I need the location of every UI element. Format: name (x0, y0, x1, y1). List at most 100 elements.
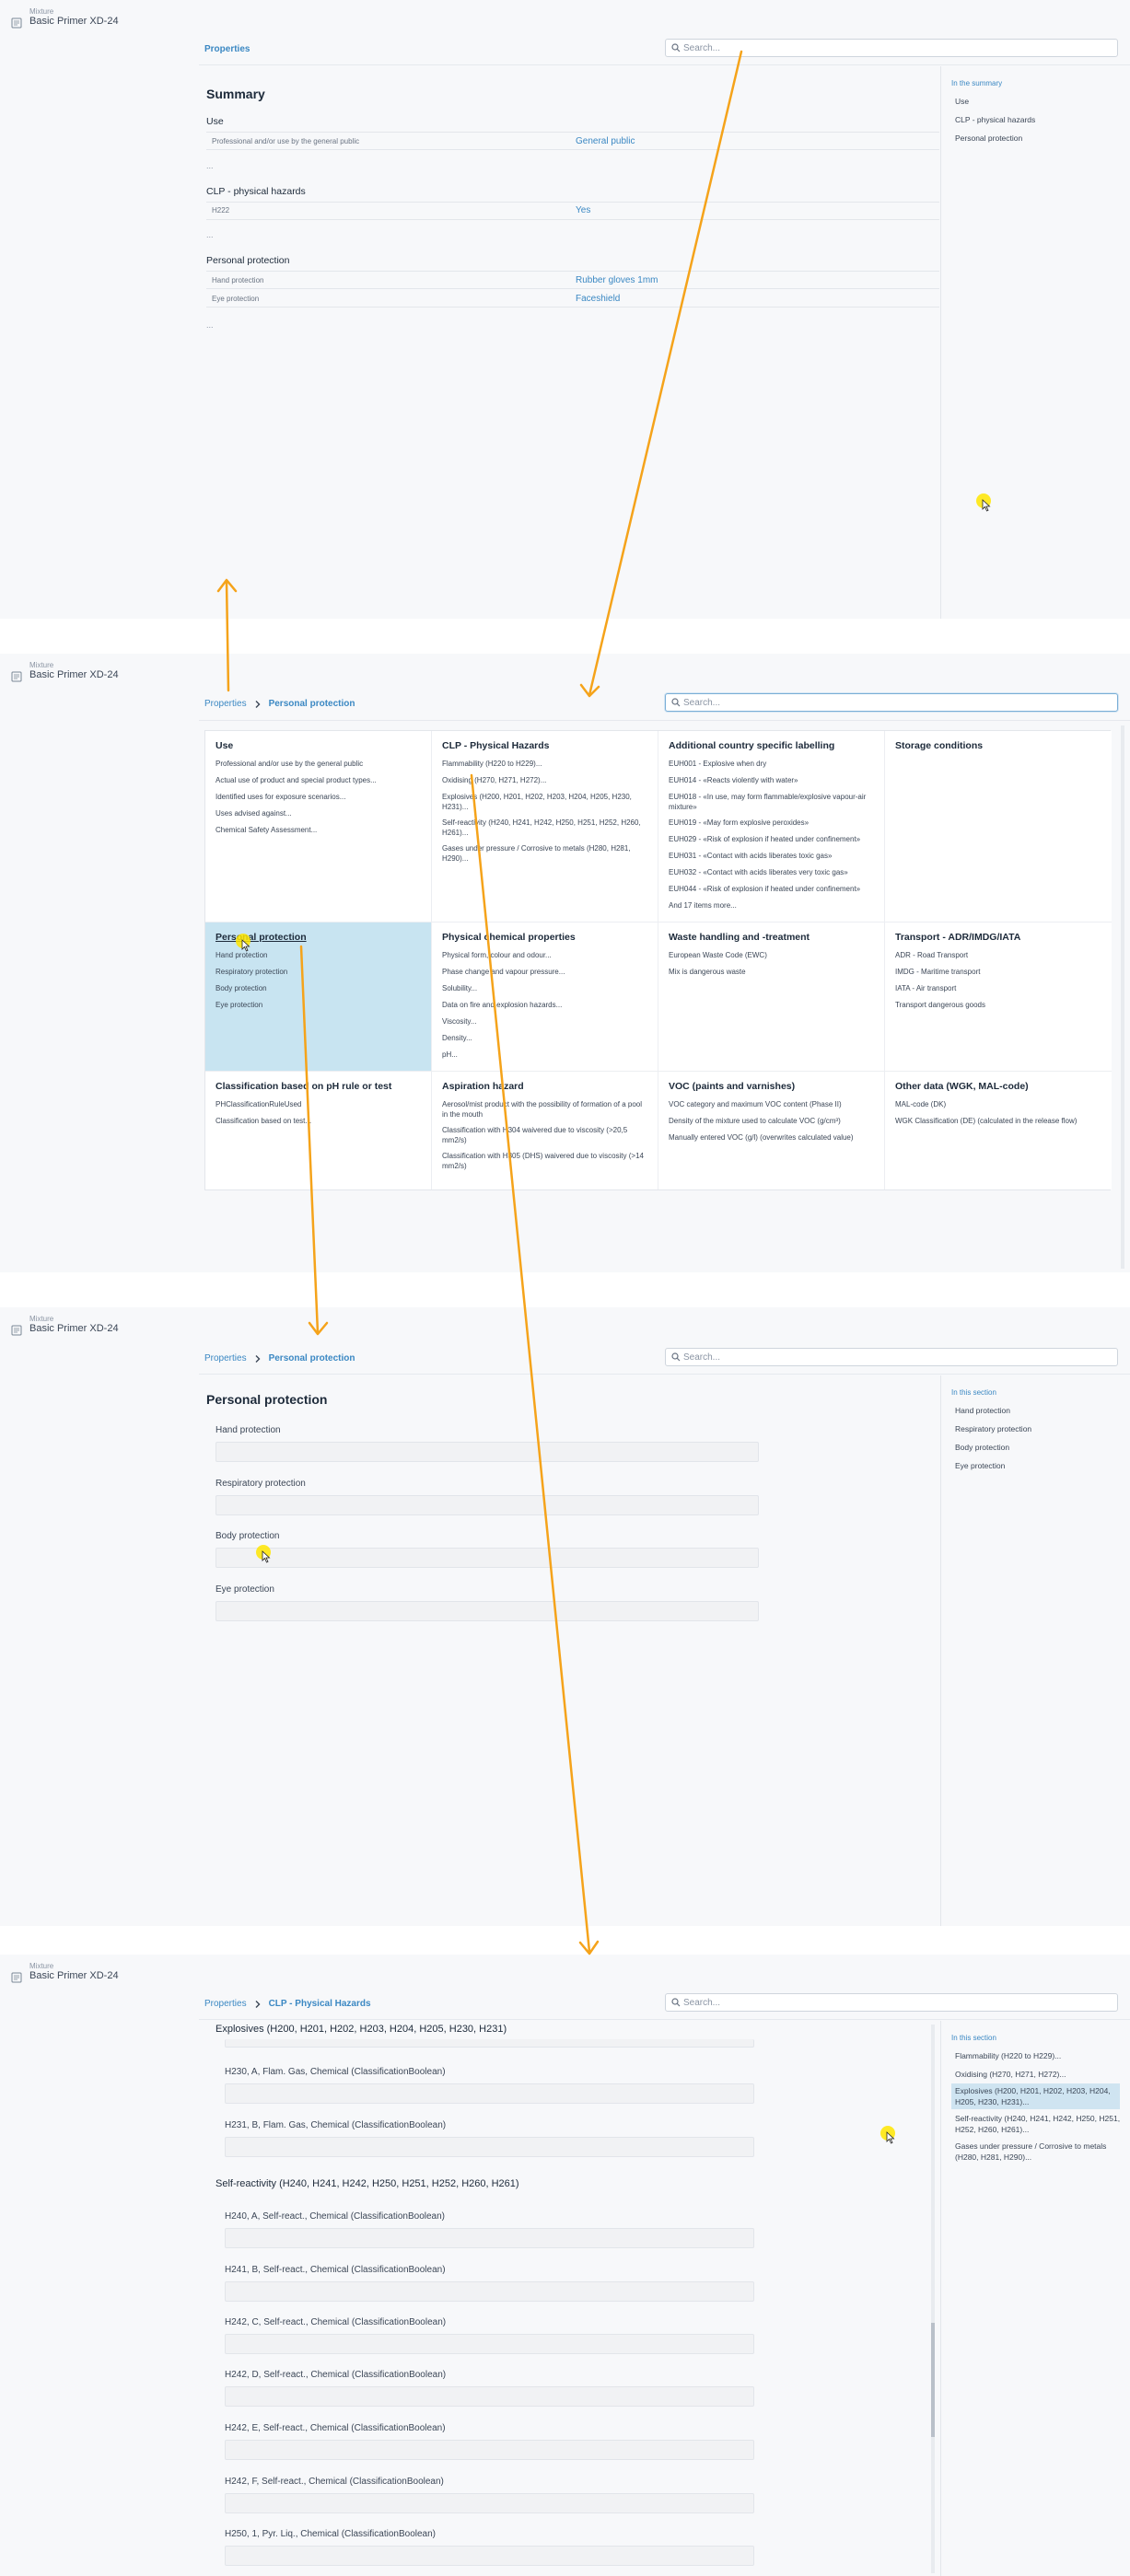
tile-item[interactable]: Classification with H305 (DHS) waivered … (442, 1151, 647, 1171)
tile-item[interactable]: Respiratory protection (216, 967, 420, 977)
tile-item[interactable]: EUH001 - Explosive when dry (669, 759, 873, 769)
tile-title[interactable]: Use (216, 740, 233, 751)
tile-ph-classification[interactable]: Classification based on pH rule or test … (205, 1072, 432, 1189)
search-input[interactable]: Search... (665, 693, 1118, 712)
tile-item[interactable]: Identified uses for exposure scenarios..… (216, 792, 420, 802)
tile-title[interactable]: Personal protection (216, 932, 307, 943)
toc-item-flammability[interactable]: Flammability (H220 to H229)... (955, 2050, 1061, 2061)
tile-item[interactable]: Body protection (216, 983, 420, 993)
tile-item[interactable]: EUH031 - «Contact with acids liberates t… (669, 851, 873, 861)
toc-item-respiratory[interactable]: Respiratory protection (955, 1423, 1031, 1434)
h250-field[interactable] (225, 2546, 754, 2566)
tile-item[interactable]: Transport dangerous goods (895, 1000, 1100, 1010)
h242-f-field[interactable] (225, 2493, 754, 2513)
breadcrumb-properties[interactable]: Properties (204, 1999, 247, 2009)
tile-item[interactable]: MAL-code (DK) (895, 1099, 1100, 1109)
h240-field[interactable] (225, 2228, 754, 2248)
scrollbar[interactable] (1121, 725, 1124, 1269)
tile-item[interactable]: IMDG - Maritime transport (895, 967, 1100, 977)
tile-item[interactable]: Solubility... (442, 983, 647, 993)
eye-protection-field[interactable] (216, 1601, 759, 1621)
tile-title[interactable]: Waste handling and -treatment (669, 932, 810, 943)
tile-item[interactable]: EUH018 - «In use, may form flammable/exp… (669, 792, 873, 812)
tile-country-labelling[interactable]: Additional country specific labelling EU… (658, 731, 885, 922)
tile-item[interactable]: EUH029 - «Risk of explosion if heated un… (669, 834, 873, 844)
more-link[interactable]: ... (206, 320, 214, 330)
more-link[interactable]: ... (206, 161, 214, 170)
h231-field[interactable] (225, 2137, 754, 2157)
tile-item[interactable]: Gases under pressure / Corrosive to meta… (442, 843, 647, 864)
tile-voc[interactable]: VOC (paints and varnishes) VOC category … (658, 1072, 885, 1189)
tile-item[interactable]: Flammability (H220 to H229)... (442, 759, 647, 769)
tile-item[interactable]: Density of the mixture used to calculate… (669, 1116, 873, 1126)
tile-item[interactable]: Uses advised against... (216, 808, 420, 818)
tile-item[interactable]: Classification based on test... (216, 1116, 420, 1126)
tile-item[interactable]: WGK Classification (DE) (calculated in t… (895, 1116, 1100, 1126)
tile-title[interactable]: Other data (WGK, MAL-code) (895, 1081, 1029, 1092)
tile-title[interactable]: Storage conditions (895, 740, 983, 751)
tile-other-data[interactable]: Other data (WGK, MAL-code) MAL-code (DK)… (885, 1072, 1112, 1189)
tile-item[interactable]: pH... (442, 1050, 647, 1060)
search-input[interactable]: Search... (665, 1348, 1118, 1366)
tile-title[interactable]: CLP - Physical Hazards (442, 740, 550, 751)
tile-item[interactable]: IATA - Air transport (895, 983, 1100, 993)
toc-item-use[interactable]: Use (955, 96, 969, 107)
breadcrumb-current[interactable]: Personal protection (269, 1353, 355, 1363)
tile-storage-conditions[interactable]: Storage conditions (885, 731, 1112, 922)
tile-more-link[interactable]: And 17 items more... (669, 900, 873, 911)
tile-item[interactable]: Professional and/or use by the general p… (216, 759, 420, 769)
tile-item[interactable]: Oxidising (H270, H271, H272)... (442, 775, 647, 785)
toc-item-hand[interactable]: Hand protection (955, 1405, 1010, 1416)
body-protection-field[interactable] (216, 1548, 759, 1568)
tile-item[interactable]: Chemical Safety Assessment... (216, 825, 420, 835)
tile-title[interactable]: Additional country specific labelling (669, 740, 834, 751)
tile-item[interactable]: Phase change and vapour pressure... (442, 967, 647, 977)
toc-item-explosives[interactable]: Explosives (H200, H201, H202, H203, H204… (951, 2083, 1120, 2109)
tile-item[interactable]: Viscosity... (442, 1016, 647, 1027)
tile-item[interactable]: PHClassificationRuleUsed (216, 1099, 420, 1109)
h242-c-field[interactable] (225, 2334, 754, 2354)
toc-item-body[interactable]: Body protection (955, 1442, 1009, 1453)
tile-title[interactable]: Physical chemical properties (442, 932, 576, 943)
tile-item[interactable]: Physical form, colour and odour... (442, 950, 647, 960)
hand-protection-field[interactable] (216, 1442, 759, 1462)
toc-item-oxidising[interactable]: Oxidising (H270, H271, H272)... (955, 2069, 1066, 2080)
tile-item[interactable]: EUH032 - «Contact with acids liberates v… (669, 867, 873, 877)
row-value-link[interactable]: Rubber gloves 1mm (576, 275, 658, 285)
row-value-link[interactable]: Faceshield (576, 294, 620, 304)
tile-waste-handling[interactable]: Waste handling and -treatment European W… (658, 922, 885, 1072)
row-value-link[interactable]: Yes (576, 205, 590, 215)
toc-item-clp[interactable]: CLP - physical hazards (955, 114, 1035, 125)
tile-use[interactable]: Use Professional and/or use by the gener… (205, 731, 432, 922)
tile-clp-physical-hazards[interactable]: CLP - Physical Hazards Flammability (H22… (432, 731, 658, 922)
tile-item[interactable]: Explosives (H200, H201, H202, H203, H204… (442, 792, 647, 812)
search-input[interactable]: Search... (665, 39, 1118, 57)
scrollbar[interactable] (931, 2025, 935, 2573)
toc-item-eye[interactable]: Eye protection (955, 1460, 1005, 1471)
tile-item[interactable]: European Waste Code (EWC) (669, 950, 873, 960)
tile-item[interactable]: Self-reactivity (H240, H241, H242, H250,… (442, 818, 647, 838)
tile-title[interactable]: Aspiration hazard (442, 1081, 524, 1092)
tile-item[interactable]: Manually entered VOC (g/l) (overwrites c… (669, 1132, 873, 1143)
tile-item[interactable]: Actual use of product and special produc… (216, 775, 420, 785)
tile-item[interactable]: ADR - Road Transport (895, 950, 1100, 960)
tile-aspiration-hazard[interactable]: Aspiration hazard Aerosol/mist product w… (432, 1072, 658, 1189)
row-value-link[interactable]: General public (576, 136, 635, 146)
tile-item[interactable]: EUH044 - «Risk of explosion if heated un… (669, 884, 873, 894)
breadcrumb-current[interactable]: CLP - Physical Hazards (269, 1999, 371, 2009)
toc-item-gases-under-pressure[interactable]: Gases under pressure / Corrosive to meta… (955, 2141, 1121, 2163)
scrollbar-thumb[interactable] (931, 2323, 935, 2437)
respiratory-protection-field[interactable] (216, 1495, 759, 1515)
tile-item[interactable]: Classification with H304 waivered due to… (442, 1125, 647, 1145)
search-input[interactable]: Search... (665, 1993, 1118, 2012)
h230-field[interactable] (225, 2083, 754, 2104)
tile-item[interactable]: EUH019 - «May form explosive peroxides» (669, 818, 873, 828)
partial-field[interactable] (225, 2039, 754, 2048)
tile-item[interactable]: Aerosol/mist product with the possibilit… (442, 1099, 647, 1120)
h241-field[interactable] (225, 2281, 754, 2302)
breadcrumb-current[interactable]: Personal protection (269, 699, 355, 709)
toc-item-personal-protection[interactable]: Personal protection (955, 133, 1022, 144)
h242-e-field[interactable] (225, 2440, 754, 2460)
tile-item[interactable]: EUH014 - «Reacts violently with water» (669, 775, 873, 785)
tile-item[interactable]: Density... (442, 1033, 647, 1043)
